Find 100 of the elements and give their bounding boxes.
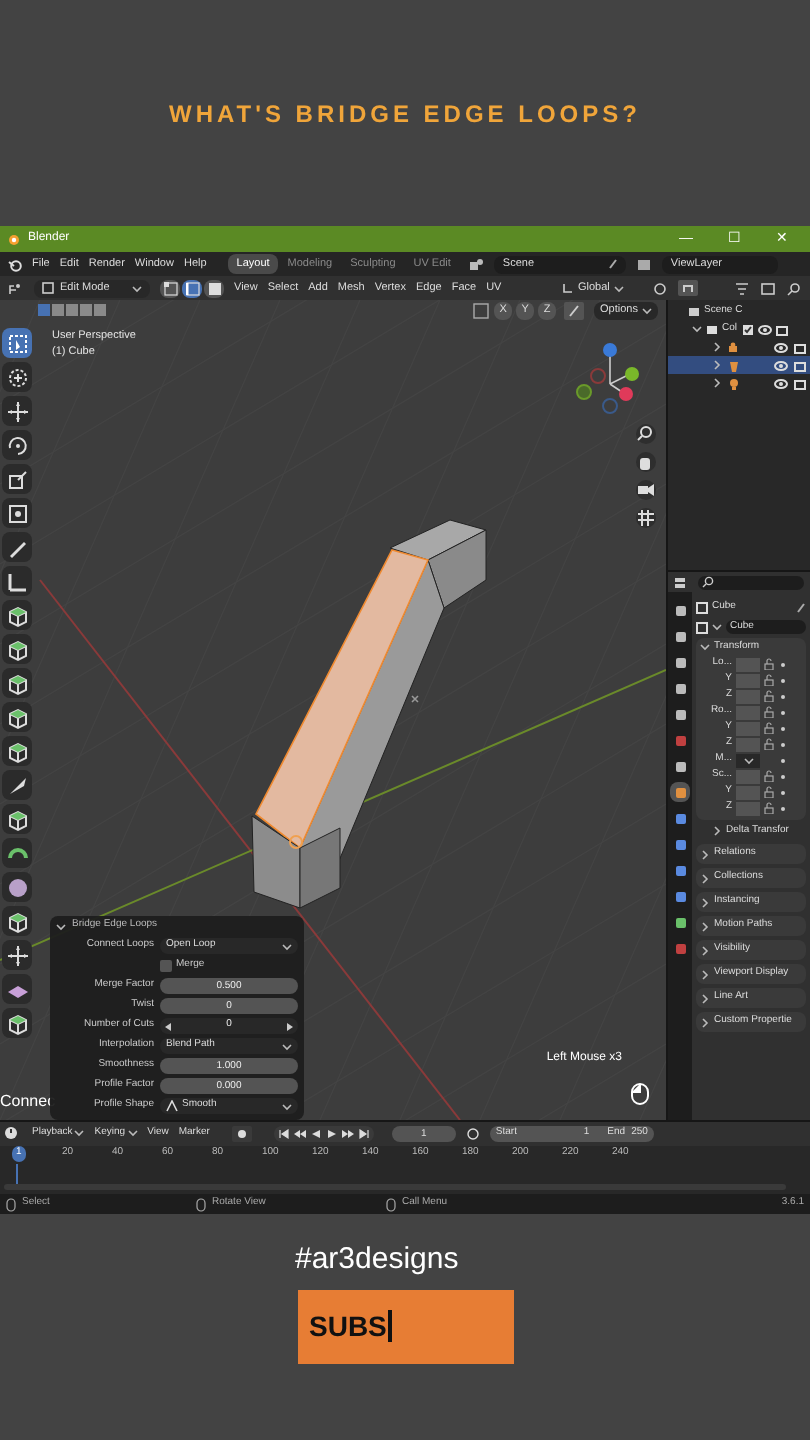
properties-tab[interactable]	[670, 912, 690, 932]
tool-button[interactable]	[2, 736, 32, 766]
outliner-row[interactable]	[668, 356, 810, 374]
previous-key-icon	[293, 1127, 306, 1140]
next-key-icon	[341, 1127, 354, 1140]
camera-object-icon	[728, 341, 740, 353]
keyframe-dot-icon	[780, 677, 786, 683]
tool-button[interactable]	[2, 634, 32, 664]
filter-icon	[734, 281, 750, 295]
decrement-icon	[164, 1021, 172, 1031]
chevron-down-icon	[692, 324, 702, 334]
tool-button[interactable]	[2, 362, 32, 392]
properties-tab[interactable]	[670, 782, 690, 802]
tool-button[interactable]	[2, 498, 32, 528]
playback-button[interactable]	[341, 1127, 354, 1140]
vertex-select-button[interactable]	[160, 279, 180, 297]
number-field[interactable]	[736, 801, 760, 815]
tool-button[interactable]	[2, 872, 32, 902]
scale-icon	[5, 467, 29, 491]
playback-button[interactable]	[325, 1127, 338, 1140]
playback-button[interactable]	[357, 1127, 370, 1140]
hashtag-text: #ar3designs	[295, 1240, 461, 1280]
cube-icon	[5, 807, 29, 831]
properties-tab[interactable]	[670, 704, 690, 724]
tool-button[interactable]	[2, 328, 32, 358]
transform-icon	[5, 501, 29, 525]
tool-button[interactable]	[2, 396, 32, 426]
view-control-button[interactable]	[636, 480, 656, 500]
face-select-button[interactable]	[204, 279, 224, 297]
playback-button[interactable]	[277, 1127, 290, 1140]
tool-button[interactable]	[2, 940, 32, 970]
chevron-down-icon	[712, 622, 722, 632]
tool-button[interactable]	[2, 838, 32, 868]
view-control-button[interactable]	[636, 508, 656, 528]
cube-icon	[5, 705, 29, 729]
chevron-down-icon	[74, 1128, 85, 1139]
logo-icon	[8, 233, 20, 245]
cube-icon	[5, 1011, 29, 1035]
eye-icon	[757, 323, 772, 335]
keyframe-dot-icon	[780, 709, 786, 715]
video-title: WHAT'S BRIDGE EDGE LOOPS?	[169, 97, 641, 131]
properties-tab[interactable]	[670, 626, 690, 646]
properties-tab[interactable]	[670, 834, 690, 854]
tool-button[interactable]	[2, 906, 32, 936]
properties-tab[interactable]	[670, 860, 690, 880]
keyframe-dot-icon	[780, 805, 786, 811]
tool-button[interactable]	[2, 1008, 32, 1038]
number-field[interactable]	[736, 769, 760, 783]
lock-icon	[764, 722, 776, 734]
lock-icon	[764, 770, 776, 782]
tool-button[interactable]	[2, 974, 32, 1004]
properties-tab[interactable]	[670, 652, 690, 672]
jump-start-icon	[277, 1127, 290, 1140]
tool-button[interactable]	[2, 702, 32, 732]
properties-tab[interactable]	[670, 678, 690, 698]
cursor-icon	[5, 365, 29, 389]
number-field[interactable]	[736, 705, 760, 719]
view-control-button[interactable]	[636, 452, 656, 472]
tool-button[interactable]	[2, 430, 32, 460]
play-reverse-icon	[309, 1127, 322, 1140]
grid-icon	[636, 508, 656, 528]
lock-icon	[764, 690, 776, 702]
search-field[interactable]	[698, 575, 804, 589]
properties-tab[interactable]	[670, 886, 690, 906]
number-field[interactable]	[736, 737, 760, 751]
mesh-object-icon	[728, 359, 740, 371]
dropdown[interactable]	[736, 753, 760, 767]
tool-button[interactable]	[2, 464, 32, 494]
playback-button[interactable]	[309, 1127, 322, 1140]
number-field[interactable]	[736, 785, 760, 799]
eye-icon	[774, 377, 788, 389]
chevron-down-icon	[642, 306, 652, 316]
subscribe-text: SUBS	[309, 1307, 387, 1345]
cube-icon	[5, 739, 29, 763]
properties-tab[interactable]	[670, 756, 690, 776]
edge-select-button[interactable]	[182, 279, 202, 297]
tool-button[interactable]	[2, 566, 32, 596]
number-field[interactable]	[736, 673, 760, 687]
move-icon	[5, 943, 29, 967]
operator-label: Connec	[0, 1090, 56, 1114]
properties-tab[interactable]	[670, 808, 690, 828]
tool-button[interactable]	[2, 770, 32, 800]
tool-button[interactable]	[2, 668, 32, 698]
cube-icon	[5, 909, 29, 933]
playback-button[interactable]	[293, 1127, 306, 1140]
number-field[interactable]	[736, 721, 760, 735]
tool-button[interactable]	[2, 600, 32, 630]
number-field[interactable]	[736, 689, 760, 703]
light-object-icon	[728, 377, 740, 389]
play-icon	[325, 1127, 338, 1140]
properties-tab[interactable]	[670, 600, 690, 620]
tool-button[interactable]	[2, 804, 32, 834]
tool-button[interactable]	[2, 532, 32, 562]
cube-icon	[5, 603, 29, 627]
view-control-button[interactable]	[636, 424, 656, 444]
lock-icon	[764, 674, 776, 686]
increment-icon	[286, 1021, 294, 1031]
keyframe-dot-icon	[780, 741, 786, 747]
mirror-icon	[472, 302, 491, 320]
number-field[interactable]	[736, 657, 760, 671]
